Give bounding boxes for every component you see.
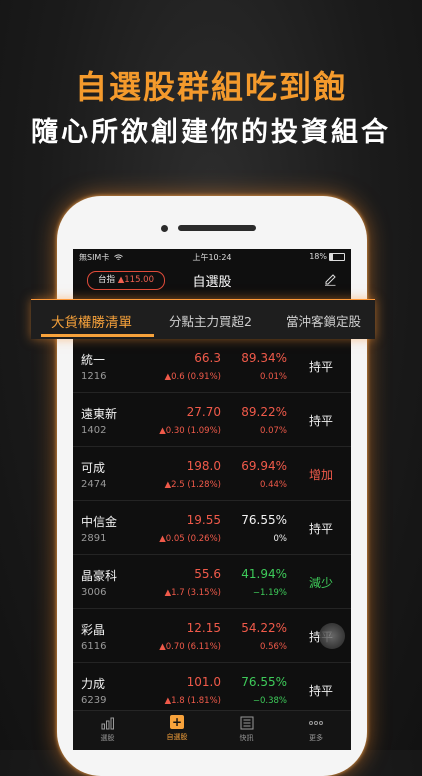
tab-group-3[interactable]: 當沖客鎖定股 — [286, 311, 361, 330]
bottom-nav-label: 選股 — [100, 734, 115, 742]
stock-code: 6239 — [81, 695, 107, 706]
stock-price: 66.3 — [194, 351, 221, 365]
holding-percent-change: 0% — [273, 534, 288, 544]
watchlist-tab-bar: 大貨權勝清單 分點主力買超2 當沖客鎖定股 — [31, 299, 375, 339]
bottom-nav-item-4[interactable]: 更多 — [282, 715, 351, 743]
bottom-nav-label: 自選股 — [166, 733, 188, 741]
stock-name: 彩晶 — [81, 623, 106, 637]
holding-percent: 41.94% — [241, 567, 287, 581]
holding-percent: 76.55% — [241, 513, 287, 527]
stock-code: 1402 — [81, 425, 107, 436]
stock-code: 2891 — [81, 533, 107, 544]
status-bar: 無SIM卡 上午10:24 18% — [73, 249, 351, 265]
stock-code: 6116 — [81, 641, 107, 652]
holding-status: 持平 — [308, 360, 333, 374]
battery-percent: 18% — [309, 252, 327, 261]
tab-group-1[interactable]: 大貨權勝清單 — [51, 311, 132, 331]
stock-name: 中信金 — [81, 515, 118, 529]
holding-percent-change: 0.44% — [259, 480, 287, 490]
stock-change: ▲0.05 (0.26%) — [159, 534, 221, 544]
holding-percent: 89.34% — [241, 351, 287, 365]
stock-name: 遠東新 — [81, 407, 118, 421]
floating-assistive-button[interactable] — [319, 623, 345, 649]
active-tab-indicator — [41, 334, 154, 337]
holding-percent: 76.55% — [241, 675, 287, 689]
stock-code: 1216 — [81, 371, 107, 382]
stock-row[interactable]: 晶豪科 3006 55.6 ▲1.7 (3.15%) 41.94% −1.19% 減少 — [73, 555, 351, 609]
stock-change: ▲0.30 (1.09%) — [159, 426, 221, 436]
bottom-nav-item-3[interactable]: 快訊 — [212, 715, 281, 743]
holding-status: 持平 — [308, 522, 333, 536]
stock-row[interactable]: 彩晶611612.15▲0.70 (6.11%)54.22%0.56%持平 — [73, 609, 351, 663]
bottom-nav-label: 快訊 — [239, 734, 254, 742]
holding-percent: 54.22% — [241, 621, 287, 635]
chart-bars-icon — [73, 715, 142, 731]
speaker-grille — [178, 225, 256, 231]
stock-row[interactable]: 遠東新 1402 27.70 ▲0.30 (1.09%) 89.22% 0.07% 持平 — [73, 393, 351, 447]
camera-dot — [161, 225, 168, 232]
add-square-icon: + — [170, 715, 184, 729]
stock-price: 12.15 — [186, 621, 221, 635]
holding-percent-change: −1.19% — [252, 588, 287, 598]
stock-change: ▲1.7 (3.15%) — [164, 588, 221, 598]
watchlist: 統一 1216 66.3 ▲0.6 (0.91%) 89.34% 0.01% 持平 遠東新 14… — [73, 339, 351, 717]
stock-name: 力成 — [81, 677, 106, 691]
promo-subtitle: 隨心所欲創建你的投資組合 — [31, 117, 391, 148]
stock-price: 198.0 — [186, 459, 221, 473]
holding-status: 持平 — [308, 684, 333, 698]
bottom-nav-item-2[interactable]: + 自選股 — [143, 715, 212, 742]
more-dots-icon — [282, 715, 351, 731]
holding-percent: 69.94% — [241, 459, 287, 473]
holding-status: 持平 — [308, 414, 333, 428]
holding-percent-change: 0.56% — [259, 642, 287, 652]
stock-row[interactable]: 中信金 2891 19.55 ▲0.05 (0.26%) 76.55% 0% 持平 — [73, 501, 351, 555]
stock-code: 3006 — [81, 587, 107, 598]
stock-change: ▲0.70 (6.11%) — [159, 642, 221, 652]
stock-name: 晶豪科 — [81, 569, 118, 583]
stock-price: 55.6 — [194, 567, 221, 581]
stock-change: ▲1.8 (1.81%) — [164, 696, 221, 706]
bottom-nav-item-1[interactable]: 選股 — [73, 715, 142, 743]
holding-percent-change: 0.07% — [259, 426, 287, 436]
stock-row[interactable]: 可成 2474 198.0 ▲2.5 (1.28%) 69.94% 0.44% 增加 — [73, 447, 351, 501]
stock-row[interactable]: 統一 1216 66.3 ▲0.6 (0.91%) 89.34% 0.01% 持平 — [73, 339, 351, 393]
page-title: 自選股 — [192, 275, 232, 290]
nav-bar: 台指 ▲115.00 自選股 — [73, 267, 351, 293]
stock-price: 101.0 — [186, 675, 221, 689]
holding-percent-change: −0.38% — [252, 696, 287, 706]
bottom-nav-label: 更多 — [309, 734, 323, 742]
battery-status: 18% — [309, 252, 345, 261]
holding-status: 增加 — [308, 468, 333, 482]
stock-code: 2474 — [81, 479, 107, 490]
stock-change: ▲0.6 (0.91%) — [164, 372, 221, 382]
edit-pencil-icon[interactable] — [323, 272, 337, 286]
newspaper-icon — [212, 715, 281, 731]
stock-name: 統一 — [81, 353, 106, 367]
promo-title: 自選股群組吃到飽 — [74, 68, 347, 106]
stock-change: ▲2.5 (1.28%) — [164, 480, 221, 490]
holding-percent-change: 0.01% — [259, 372, 287, 382]
stock-price: 27.70 — [186, 405, 221, 419]
stock-price: 19.55 — [186, 513, 221, 527]
stock-row[interactable]: 力成 6239 101.0 ▲1.8 (1.81%) 76.55% −0.38% 持平 — [73, 663, 351, 717]
tab-group-2[interactable]: 分點主力買超2 — [169, 311, 252, 330]
holding-percent: 89.22% — [241, 405, 287, 419]
bottom-nav: 選股 + 自選股 快訊 更多 — [73, 710, 351, 750]
holding-status: 減少 — [308, 576, 333, 590]
battery-icon — [329, 252, 345, 261]
stock-name: 可成 — [81, 461, 106, 475]
